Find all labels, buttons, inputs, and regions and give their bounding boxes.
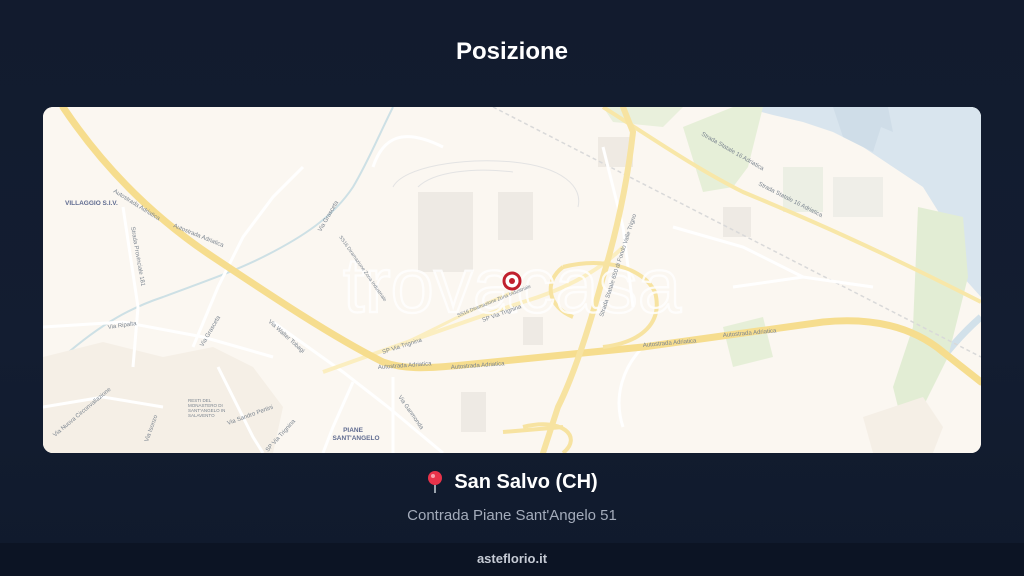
building-block [833, 177, 883, 217]
location-marker-icon[interactable] [502, 271, 522, 291]
map-canvas[interactable]: trovacasa VILLAGGIO S.I.V. PIANE SANT'AN… [43, 107, 981, 453]
building-block [498, 192, 533, 240]
place-label: VILLAGGIO S.I.V. [65, 200, 118, 207]
footer-brand-link[interactable]: asteflorio.it [477, 551, 547, 566]
page: Posizione VILLAGGIO S.I.V. PIANE SANT'AN… [0, 0, 1024, 576]
footer: asteflorio.it [0, 543, 1024, 576]
page-title: Posizione [455, 38, 569, 65]
map[interactable]: trovacasa VILLAGGIO S.I.V. PIANE SANT'AN… [43, 107, 981, 453]
location-info: San Salvo (CH) Contrada Piane Sant'Angel… [0, 470, 1024, 525]
location-address: Contrada Piane Sant'Angelo 51 [407, 507, 617, 524]
place-label: SANT'ANGELO [332, 435, 379, 442]
building-block [461, 392, 486, 432]
place-label: PIANE [343, 427, 364, 434]
location-city: San Salvo (CH) [454, 470, 598, 493]
location-line: San Salvo (CH) [426, 470, 598, 494]
round-pushpin-icon [428, 471, 443, 493]
place-label: SALAVENTO [188, 413, 215, 418]
